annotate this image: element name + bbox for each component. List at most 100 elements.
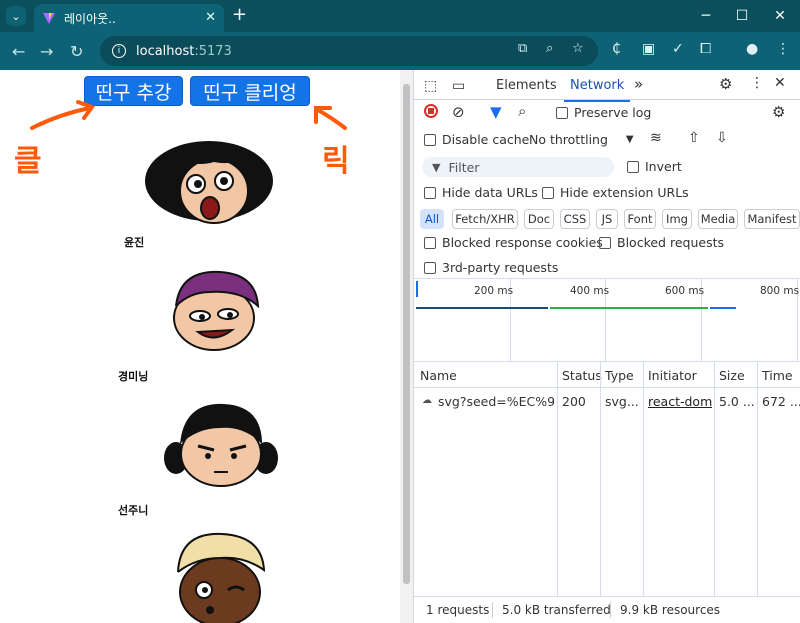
extension-box-icon[interactable]: ▣ <box>642 41 655 57</box>
export-har-icon[interactable]: ⇩ <box>716 130 728 146</box>
network-conditions-wifi-icon[interactable]: ≋ <box>650 130 662 146</box>
more-tabs-icon[interactable]: » <box>634 75 643 93</box>
url-port: :5173 <box>194 43 232 59</box>
maximize-icon[interactable]: ☐ <box>724 0 760 32</box>
column-header-size[interactable]: Size <box>719 368 745 383</box>
devtools-tabbar: ⬚ ▭ Elements Network » ⚙ ⋮ ✕ <box>414 70 800 102</box>
devtools-menu-icon[interactable]: ⋮ <box>750 75 764 91</box>
vite-favicon-icon <box>43 13 55 24</box>
page-viewport: 띤구 추강 띤구 클리엉 클 릭 윤진 경미닝 선주니 <box>0 70 400 623</box>
network-status-bar: 1 requests 5.0 kB transferred 9.9 kB res… <box>414 596 800 623</box>
svg-resource-icon: ☁ <box>422 395 432 406</box>
tab-search-chevron-icon[interactable]: ⌄ <box>6 6 26 26</box>
zoom-icon[interactable]: ⌕ <box>546 41 553 56</box>
clear-icon[interactable]: ⊘ <box>452 103 465 121</box>
network-overview-timeline[interactable]: 200 ms 400 ms 600 ms 800 ms <box>414 278 800 363</box>
timeline-bar-waiting <box>416 307 548 309</box>
disable-cache-checkbox[interactable]: Disable cache <box>424 132 529 147</box>
column-divider <box>600 362 601 597</box>
url-host: localhost <box>136 43 195 59</box>
extension-check-icon[interactable]: ✓ <box>672 41 684 57</box>
new-tab-icon[interactable]: + <box>232 6 247 24</box>
row-name: svg?seed=%EC%9... <box>438 394 554 409</box>
column-header-name[interactable]: Name <box>420 368 457 383</box>
timeline-bar-content <box>550 307 708 309</box>
blocked-cookies-checkbox[interactable]: Blocked response cookies <box>424 235 603 250</box>
tab-title: 레이아웃.. <box>64 11 116 26</box>
third-party-checkbox[interactable]: 3rd-party requests <box>424 260 558 275</box>
inspect-element-icon[interactable]: ⬚ <box>424 78 437 94</box>
extensions-puzzle-icon[interactable]: ⧠ <box>700 41 711 57</box>
type-filter-css[interactable]: CSS <box>560 209 590 229</box>
timeline-bar-load <box>710 307 736 309</box>
type-filter-fetch[interactable]: Fetch/XHR <box>452 209 518 229</box>
column-header-type[interactable]: Type <box>605 368 634 383</box>
profile-icon[interactable]: ● <box>746 41 758 57</box>
bookmark-star-icon[interactable]: ☆ <box>572 41 584 56</box>
row-type: svg... <box>605 394 639 409</box>
chevron-down-icon: ▼ <box>625 134 634 145</box>
column-header-initiator[interactable]: Initiator <box>648 368 697 383</box>
browser-tab[interactable]: 레이아웃.. ✕ <box>34 4 224 32</box>
column-header-time[interactable]: Time <box>762 368 793 383</box>
translate-icon[interactable]: ⧉ <box>518 41 527 56</box>
transferred-size: 5.0 kB transferred <box>502 603 611 617</box>
column-divider <box>643 362 644 597</box>
type-filter-img[interactable]: Img <box>662 209 692 229</box>
annotation-left: 클 <box>14 144 42 179</box>
tab-close-icon[interactable]: ✕ <box>205 10 216 25</box>
type-filter-doc[interactable]: Doc <box>524 209 554 229</box>
timeline-tick-label: 200 ms <box>474 285 514 297</box>
tab-bar: ⌄ 레이아웃.. ✕ + ─ ☐ ✕ <box>0 0 800 32</box>
tab-elements[interactable]: Elements <box>496 78 557 93</box>
preserve-log-checkbox[interactable]: Preserve log <box>556 105 651 120</box>
avatar <box>173 270 260 351</box>
minimize-icon[interactable]: ─ <box>688 0 724 32</box>
scrollbar-thumb[interactable] <box>403 84 410 584</box>
extension-c-icon[interactable]: ₵ <box>612 41 621 57</box>
hide-data-urls-checkbox[interactable]: Hide data URLs <box>424 185 538 200</box>
friend-name: 경미닝 <box>118 370 149 383</box>
type-filter-media[interactable]: Media <box>698 209 738 229</box>
site-info-icon[interactable]: i <box>112 44 126 58</box>
device-toolbar-icon[interactable]: ▭ <box>452 78 465 94</box>
row-initiator-link[interactable]: react-dom_c <box>648 394 712 409</box>
search-icon[interactable]: ⌕ <box>518 102 526 120</box>
hide-extension-urls-checkbox[interactable]: Hide extension URLs <box>542 185 689 200</box>
invert-checkbox[interactable]: Invert <box>627 159 682 174</box>
forward-icon[interactable]: → <box>40 42 53 61</box>
reload-icon[interactable]: ↻ <box>70 42 83 61</box>
column-divider <box>757 362 758 597</box>
request-table-header: Name Status Type Initiator Size Time <box>414 362 800 388</box>
column-header-status[interactable]: Status <box>562 368 602 383</box>
type-filter-all[interactable]: All <box>420 209 444 229</box>
network-settings-gear-icon[interactable]: ⚙ <box>772 103 785 121</box>
timeline-tick-label: 400 ms <box>570 285 610 297</box>
filter-funnel-icon[interactable]: ▼ <box>490 103 502 121</box>
type-filter-manifest[interactable]: Manifest <box>744 209 800 229</box>
page-scrollbar[interactable] <box>400 70 413 623</box>
back-icon[interactable]: ← <box>12 42 25 61</box>
timeline-tick-label: 600 ms <box>665 285 705 297</box>
row-time: 672 ... <box>762 394 800 409</box>
type-filter-font[interactable]: Font <box>624 209 656 229</box>
window-close-icon[interactable]: ✕ <box>762 0 798 32</box>
avatar <box>145 141 273 224</box>
filter-input[interactable]: ▼ Filter <box>422 157 614 177</box>
column-divider <box>557 362 558 597</box>
blocked-requests-checkbox[interactable]: Blocked requests <box>599 235 724 250</box>
annotation-right: 릭 <box>322 144 350 179</box>
request-count: 1 requests <box>426 603 490 617</box>
timeline-tick-label: 800 ms <box>760 285 800 297</box>
menu-kebab-icon[interactable]: ⋮ <box>776 41 790 57</box>
devtools-close-icon[interactable]: ✕ <box>774 75 786 91</box>
tab-network[interactable]: Network <box>563 78 631 102</box>
type-filter-js[interactable]: JS <box>596 209 618 229</box>
throttling-select[interactable]: No throttling ▼ <box>529 132 634 147</box>
column-divider <box>714 362 715 597</box>
devtools-panel: ⬚ ▭ Elements Network » ⚙ ⋮ ✕ ⊘ ▼ ⌕ Prese… <box>413 70 800 623</box>
settings-gear-icon[interactable]: ⚙ <box>719 75 732 93</box>
import-har-icon[interactable]: ⇧ <box>688 130 700 146</box>
browser-toolbar: ← → ↻ i localhost:5173 ⧉ ⌕ ☆ ₵ ▣ ✓ ⧠ ● ⋮ <box>0 32 800 70</box>
record-stop-icon[interactable] <box>424 104 438 118</box>
